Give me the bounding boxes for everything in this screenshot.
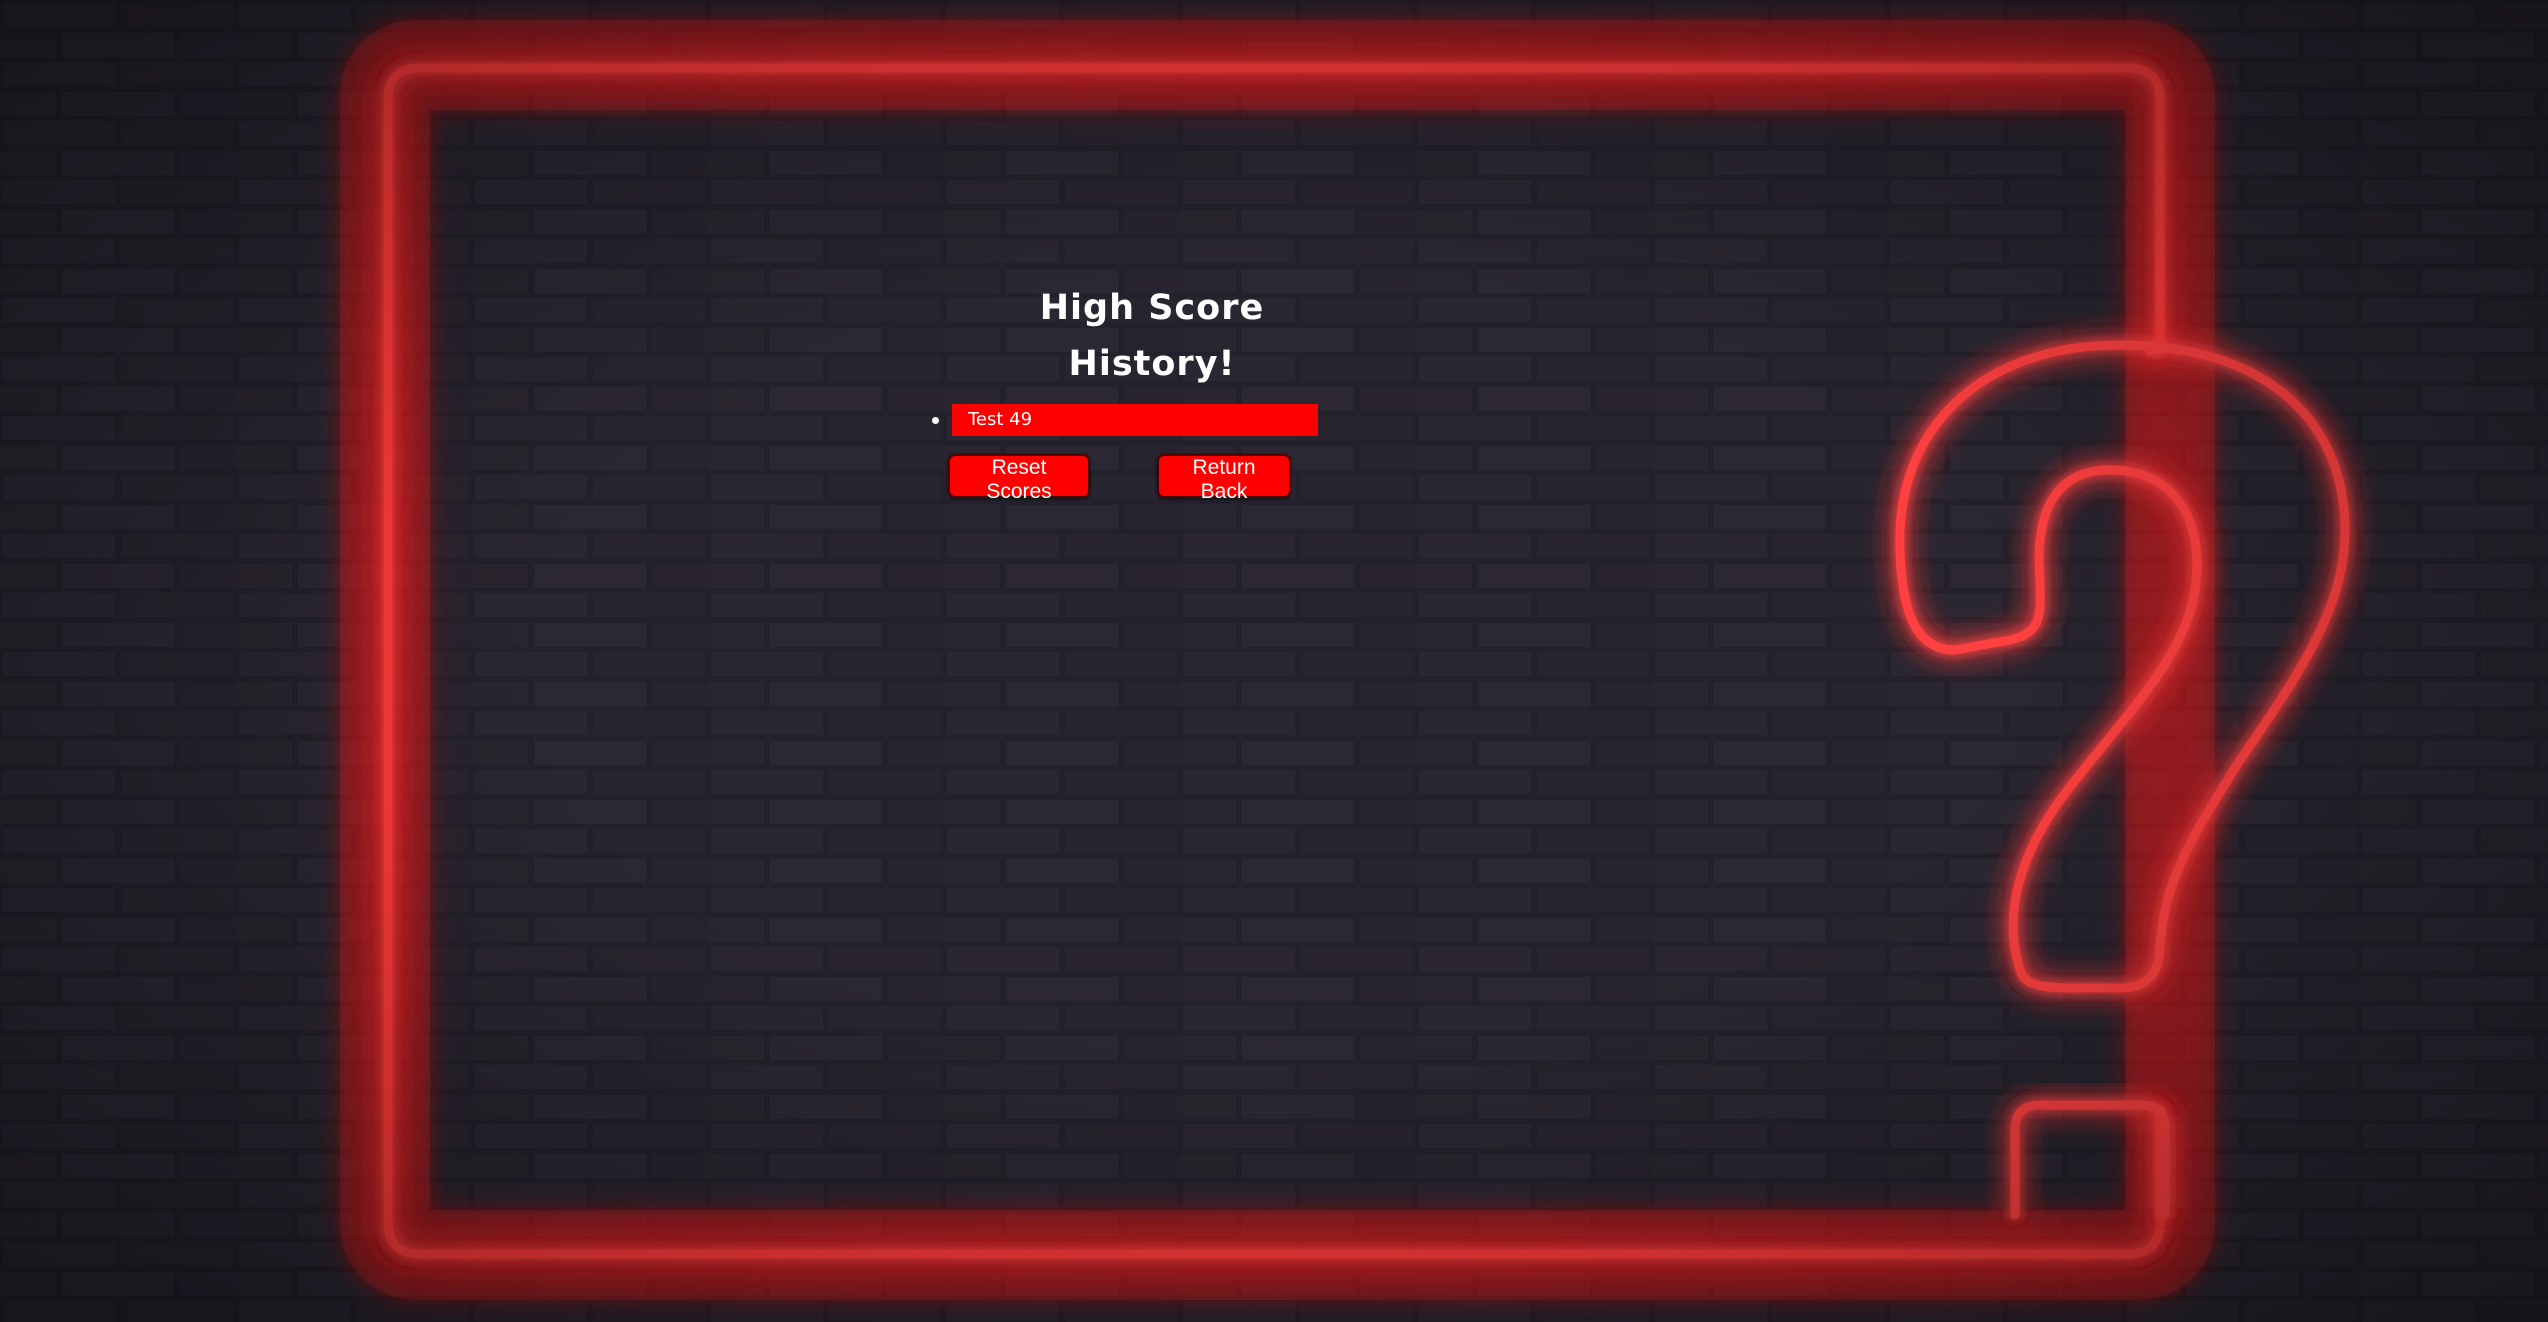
score-list: Test 49: [932, 404, 1340, 436]
page-title: High Score History!: [1039, 288, 1265, 384]
reset-scores-button[interactable]: Reset Scores: [948, 454, 1090, 503]
bullet-icon: [932, 417, 939, 424]
page-background: High Score History! Test 49 Reset Scores…: [0, 0, 2548, 1322]
score-entry-text: Test 49: [968, 409, 1033, 430]
high-score-panel: High Score History! Test 49 Reset Scores…: [932, 280, 1340, 503]
return-back-button[interactable]: Return Back: [1157, 454, 1291, 503]
neon-frame-graphic: [0, 0, 2548, 1322]
button-row: Reset Scores Return Back: [940, 454, 1340, 503]
score-list-item: Test 49: [932, 404, 1318, 436]
